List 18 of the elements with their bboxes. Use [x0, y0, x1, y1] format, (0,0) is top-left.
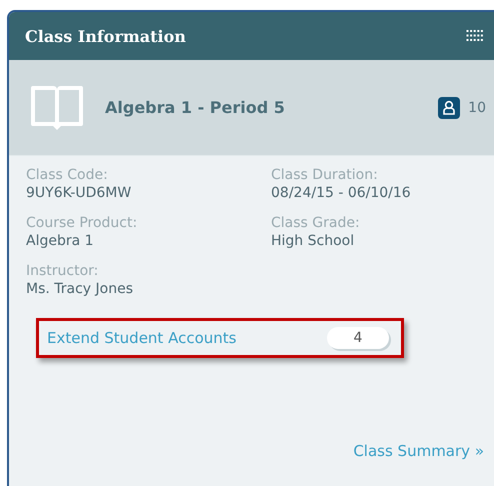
count-badge: 4 — [327, 327, 389, 349]
field-label: Class Duration: — [271, 166, 379, 184]
field-label: Instructor: — [26, 262, 100, 280]
field-value: 08/24/15 - 06/10/16 — [271, 184, 412, 202]
extend-accounts-link[interactable]: Extend Student Accounts — [47, 329, 236, 347]
panel-title: Class Information — [25, 26, 186, 46]
student-count: 10 — [468, 100, 486, 116]
field-label: Class Grade: — [271, 214, 361, 232]
field-value: 9UY6K-UD6MW — [26, 184, 132, 202]
field-value: Ms. Tracy Jones — [26, 280, 134, 298]
field-label: Class Code: — [26, 166, 109, 184]
grid-menu-icon[interactable] — [466, 29, 484, 43]
student-icon — [438, 96, 460, 118]
field-value: High School — [271, 232, 356, 250]
field-value: Algebra 1 — [26, 232, 95, 250]
class-name: Algebra 1 - Period 5 — [105, 98, 286, 117]
class-summary-link[interactable]: Class Summary » — [353, 442, 484, 460]
field-label: Course Product: — [26, 214, 138, 232]
